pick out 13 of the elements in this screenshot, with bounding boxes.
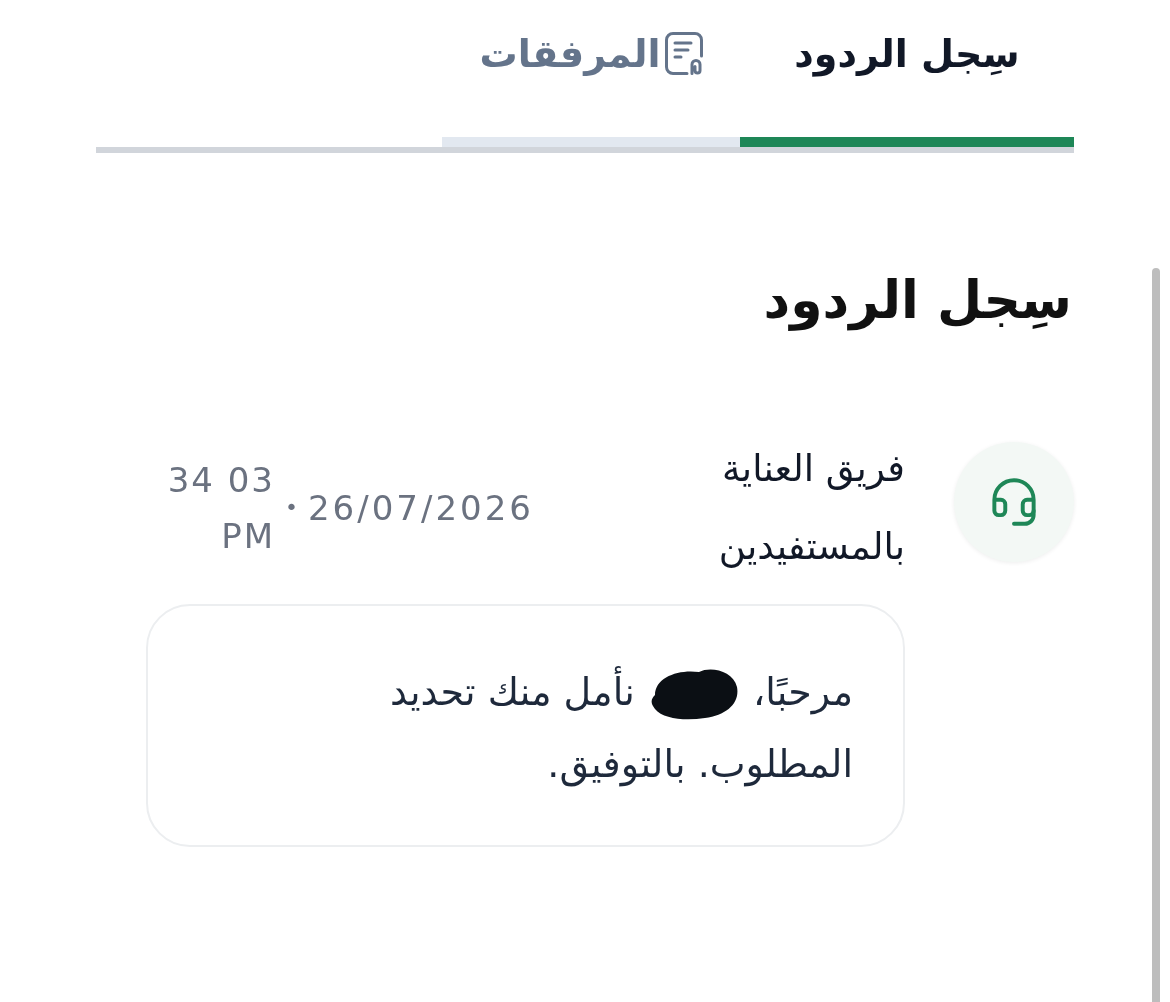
headset-icon bbox=[992, 478, 1036, 526]
author-name: فريق العناية بالمستفيدين bbox=[717, 446, 905, 570]
tab[interactable]: المرفقات bbox=[442, 0, 740, 147]
reply-time: 34 03 PM bbox=[166, 459, 275, 558]
tab[interactable]: سِجل الردود bbox=[740, 0, 1074, 147]
separator-dot: • bbox=[285, 494, 298, 522]
message-text: نأمل منك تحديد bbox=[390, 656, 635, 728]
section-heading: سِجل الردود bbox=[762, 269, 1072, 333]
message-text: المطلوب. بالتوفيق. bbox=[547, 741, 853, 789]
scrollbar[interactable] bbox=[1152, 268, 1160, 1002]
reply-date: 26/07/2026 bbox=[308, 487, 534, 530]
message-text: مرحبًا، bbox=[752, 669, 853, 717]
document-clip-icon bbox=[664, 32, 703, 75]
